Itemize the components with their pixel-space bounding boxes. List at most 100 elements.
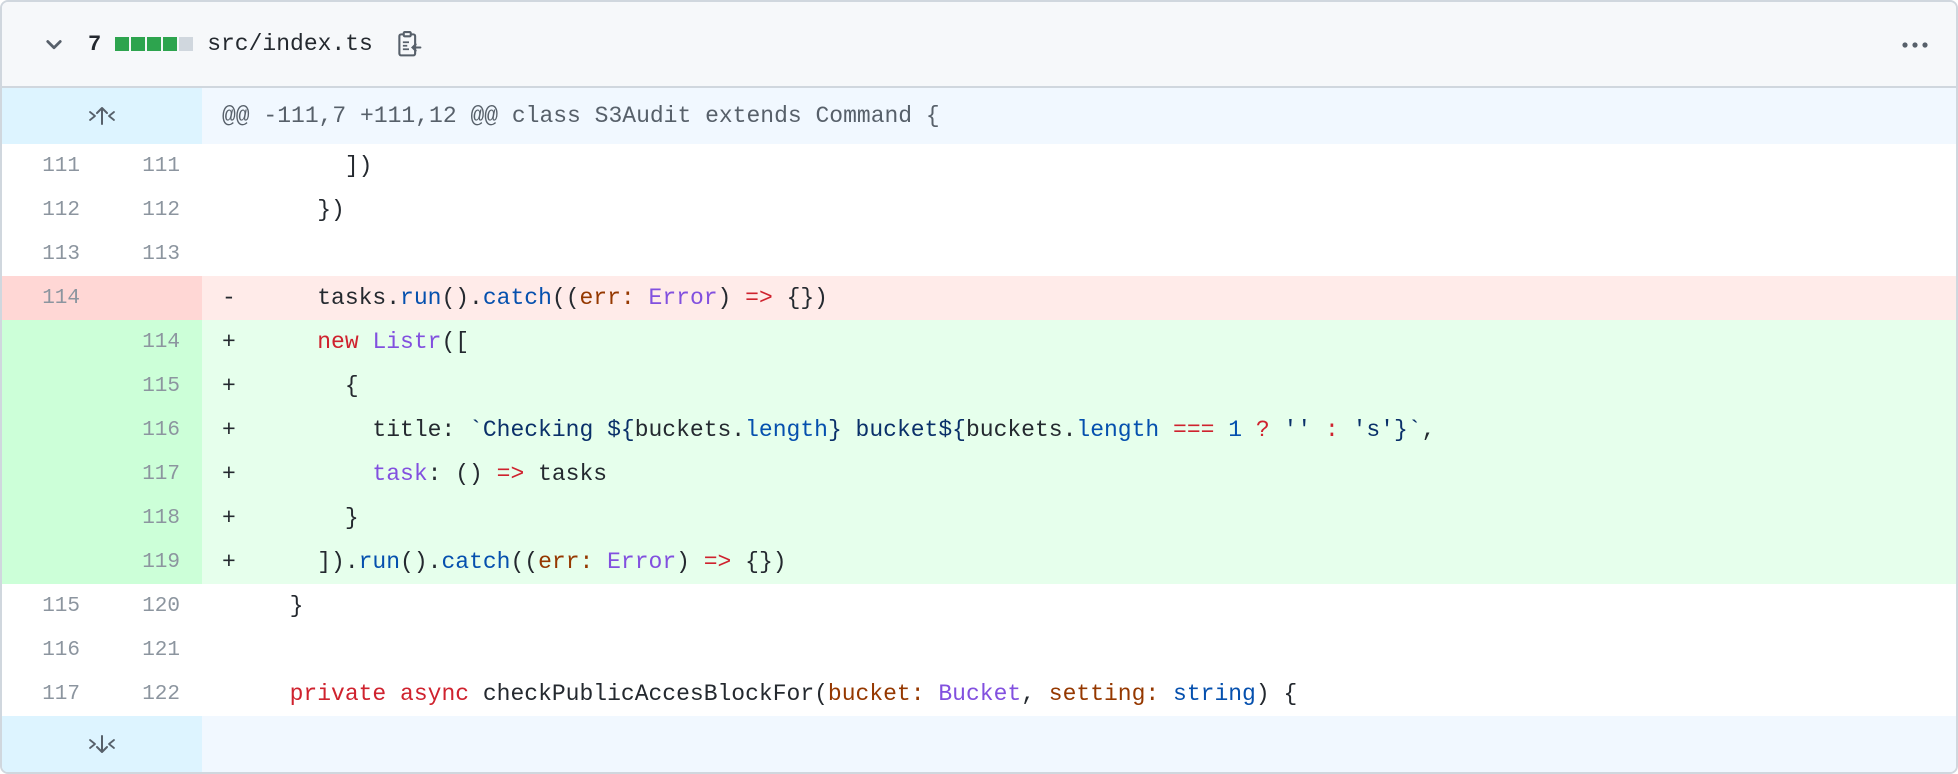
- new-line-number[interactable]: 111: [102, 144, 202, 188]
- diffstat-block-add: [163, 37, 178, 51]
- code-token: ): [676, 549, 704, 575]
- old-line-number[interactable]: 114: [2, 276, 102, 320]
- old-line-number[interactable]: [2, 452, 102, 496]
- new-line-number[interactable]: [102, 276, 202, 320]
- code-token: ((: [510, 549, 539, 575]
- context-line: 111 111 ]): [2, 144, 1956, 188]
- diff-marker: +: [222, 549, 236, 575]
- new-line-number[interactable]: 116: [102, 408, 202, 452]
- added-line: 116 + title: `Checking ${buckets. length} …: [2, 408, 1956, 452]
- new-line-number[interactable]: 119: [102, 540, 202, 584]
- file-name[interactable]: src/index.ts: [207, 31, 373, 57]
- code-token: ?: [1255, 417, 1270, 443]
- code-token: 's'}`: [1352, 417, 1422, 443]
- code-token: err:: [538, 549, 594, 575]
- code-token: private: [289, 681, 387, 707]
- code-content: [202, 232, 1956, 276]
- code-content: + title: `Checking ${buckets. length} buc…: [202, 408, 1956, 452]
- old-line-number[interactable]: [2, 496, 102, 540]
- code-token: 1: [1228, 417, 1243, 443]
- copy-path-icon[interactable]: [393, 28, 425, 60]
- context-line: 113 113: [2, 232, 1956, 276]
- added-line: 115 + {: [2, 364, 1956, 408]
- code-token: ) {: [1255, 681, 1298, 707]
- code-content: }: [202, 584, 1956, 628]
- new-line-number[interactable]: 122: [102, 672, 202, 716]
- code-token: {}): [772, 285, 828, 311]
- code-token: buckets.: [634, 417, 746, 443]
- new-line-number[interactable]: 121: [102, 628, 202, 672]
- hunk-footer-space: [202, 716, 1956, 772]
- code-token: setting:: [1048, 681, 1160, 707]
- diffstat-block-add: [115, 37, 130, 51]
- code-token: err:: [579, 285, 635, 311]
- code-token: checkPublicAccesBlockFor(: [469, 681, 828, 707]
- hunk-header-text: @@ -111,7 +111,12 @@ class S3Audit exten…: [202, 88, 1956, 144]
- unfold-down-icon[interactable]: [2, 716, 202, 772]
- context-line: 115 120 }: [2, 584, 1956, 628]
- old-line-number[interactable]: 112: [2, 188, 102, 232]
- diff-marker: +: [222, 505, 236, 531]
- code-content: + {: [202, 364, 1956, 408]
- code-content: private async checkPublicAccesBlockFor(b…: [202, 672, 1956, 716]
- code-token: }: [262, 505, 359, 531]
- code-token: ,: [1021, 681, 1049, 707]
- code-content: + ]). run (). catch((err: Error) => {}): [202, 540, 1956, 584]
- code-token: task: [372, 461, 428, 487]
- code-token: length: [1076, 417, 1160, 443]
- old-line-number[interactable]: 117: [2, 672, 102, 716]
- code-token: string: [1173, 681, 1256, 707]
- code-token: : (): [427, 461, 497, 487]
- new-line-number[interactable]: 115: [102, 364, 202, 408]
- added-line: 118 + }: [2, 496, 1956, 540]
- code-token: }: [262, 593, 304, 619]
- diff-marker: +: [222, 329, 236, 355]
- code-content: - tasks. run (). catch((err: Error) => {}): [202, 276, 1956, 320]
- code-token: tasks.: [262, 285, 401, 311]
- old-line-number[interactable]: [2, 320, 102, 364]
- new-line-number[interactable]: 112: [102, 188, 202, 232]
- new-line-number[interactable]: 117: [102, 452, 202, 496]
- code-token: run: [358, 549, 401, 575]
- change-count: 7: [88, 31, 102, 57]
- unfold-up-icon[interactable]: [2, 88, 202, 144]
- old-line-number[interactable]: 113: [2, 232, 102, 276]
- code-token: bucket:: [827, 681, 925, 707]
- code-token: ===: [1173, 417, 1215, 443]
- code-token: buckets.: [965, 417, 1077, 443]
- old-line-number[interactable]: [2, 364, 102, 408]
- old-line-number[interactable]: [2, 408, 102, 452]
- old-line-number[interactable]: 116: [2, 628, 102, 672]
- code-token: ,: [1421, 417, 1436, 443]
- old-line-number[interactable]: 115: [2, 584, 102, 628]
- context-line: 112 112 }): [2, 188, 1956, 232]
- new-line-number[interactable]: 113: [102, 232, 202, 276]
- code-token: ([: [441, 329, 470, 355]
- diffstat: [115, 37, 195, 51]
- diff-marker: +: [222, 461, 236, 487]
- code-token: {: [262, 373, 359, 399]
- diff-lines: 111 111 ]) 112 112 }) 113 113 114- tasks. run()…: [2, 144, 1956, 716]
- code-token: Error: [607, 549, 677, 575]
- code-token: Listr: [372, 329, 442, 355]
- file-header: 7 src/index.ts: [2, 2, 1956, 88]
- added-line: 114 + new Listr([: [2, 320, 1956, 364]
- kebab-horizontal-icon[interactable]: [1900, 30, 1930, 60]
- new-line-number[interactable]: 114: [102, 320, 202, 364]
- new-line-number[interactable]: 118: [102, 496, 202, 540]
- code-token: ]): [262, 153, 373, 179]
- chevron-down-icon[interactable]: [42, 32, 66, 56]
- old-line-number[interactable]: 111: [2, 144, 102, 188]
- code-token: tasks: [524, 461, 608, 487]
- code-token: =>: [703, 549, 732, 575]
- code-token: '': [1283, 417, 1312, 443]
- code-content: + }: [202, 496, 1956, 540]
- code-token: ): [717, 285, 746, 311]
- old-line-number[interactable]: [2, 540, 102, 584]
- new-line-number[interactable]: 120: [102, 584, 202, 628]
